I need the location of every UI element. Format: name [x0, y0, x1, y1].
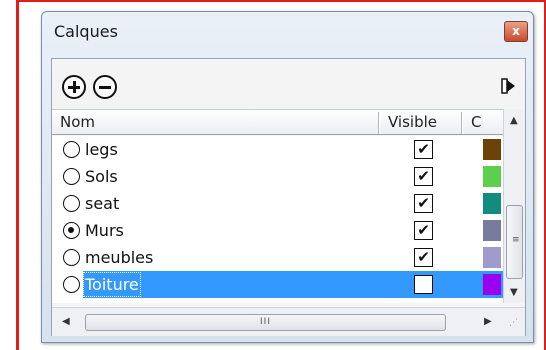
- layer-name[interactable]: seat: [85, 193, 119, 214]
- layer-name[interactable]: meubles: [85, 247, 153, 268]
- layer-color-swatch[interactable]: [483, 247, 501, 268]
- close-icon: x: [512, 24, 520, 38]
- visible-checkbox-checked[interactable]: ✔: [414, 167, 433, 186]
- column-header-name[interactable]: Nom: [52, 110, 377, 135]
- layer-name[interactable]: Murs: [85, 220, 124, 241]
- active-layer-radio[interactable]: [63, 249, 80, 266]
- visible-checkbox-checked[interactable]: ✔: [414, 221, 433, 240]
- scroll-left-icon[interactable]: ◀: [62, 316, 70, 327]
- horizontal-scroll-thumb[interactable]: III: [85, 314, 446, 331]
- add-layer-button[interactable]: [62, 75, 86, 99]
- remove-layer-button[interactable]: [93, 75, 117, 99]
- focus-rectangle: [83, 272, 141, 297]
- background-window-strip: [19, 2, 41, 350]
- column-header-color[interactable]: C: [463, 110, 503, 135]
- active-layer-radio[interactable]: [63, 168, 80, 185]
- layer-color-swatch[interactable]: [483, 274, 501, 295]
- visible-checkbox-checked[interactable]: ✔: [414, 248, 433, 267]
- layer-row[interactable]: meubles ✔: [52, 244, 503, 271]
- scroll-right-icon[interactable]: ▶: [484, 316, 492, 327]
- active-layer-radio[interactable]: [63, 141, 80, 158]
- radio-dot-icon: [68, 227, 74, 233]
- active-layer-radio[interactable]: [63, 276, 80, 293]
- grip-icon: ≡: [512, 235, 520, 245]
- layer-row[interactable]: legs ✔: [52, 136, 503, 163]
- scroll-down-icon[interactable]: ▼: [510, 287, 518, 298]
- layer-row[interactable]: seat ✔: [52, 190, 503, 217]
- close-button[interactable]: x: [504, 21, 528, 42]
- layers-list: legs ✔ Sols ✔ seat ✔ Murs ✔ meubles ✔ Toiture: [52, 136, 503, 303]
- horizontal-scrollbar[interactable]: ◀ III ▶: [52, 307, 525, 336]
- layers-dialog: Calques x Nom Visible C legs ✔ Sols ✔ seat ✔ M…: [41, 11, 534, 343]
- scroll-up-icon[interactable]: ▲: [510, 115, 518, 126]
- visible-checkbox-checked[interactable]: ✔: [414, 140, 433, 159]
- layer-name[interactable]: legs: [85, 139, 118, 160]
- layer-color-swatch[interactable]: [483, 193, 501, 214]
- visible-checkbox[interactable]: [414, 275, 433, 294]
- minus-circle-icon: [99, 86, 111, 89]
- arrow-right-icon: [501, 78, 515, 94]
- active-layer-radio[interactable]: [63, 222, 80, 239]
- details-button[interactable]: [501, 77, 517, 95]
- layers-table-header: Nom Visible C: [52, 109, 503, 135]
- active-layer-radio[interactable]: [63, 195, 80, 212]
- selection-highlight: [83, 271, 503, 298]
- visible-checkbox-checked[interactable]: ✔: [414, 194, 433, 213]
- vertical-scroll-thumb[interactable]: ≡: [506, 205, 523, 279]
- layer-row[interactable]: Toiture: [52, 271, 503, 298]
- layer-color-swatch[interactable]: [483, 139, 501, 160]
- layer-row[interactable]: Murs ✔: [52, 217, 503, 244]
- layers-panel: Nom Visible C legs ✔ Sols ✔ seat ✔ Murs ✔ meuble…: [51, 58, 526, 336]
- layer-row[interactable]: Sols ✔: [52, 163, 503, 190]
- column-header-visible[interactable]: Visible: [380, 110, 460, 135]
- layer-name[interactable]: Sols: [85, 166, 118, 187]
- layer-color-swatch[interactable]: [483, 220, 501, 241]
- resize-grip-icon[interactable]: ⋰: [509, 319, 521, 333]
- grip-label: III: [260, 317, 271, 327]
- layer-color-swatch[interactable]: [483, 166, 501, 187]
- vertical-scrollbar[interactable]: ▲ ≡ ▼: [503, 109, 525, 303]
- plus-vertical-stroke: [73, 81, 76, 93]
- dialog-title: Calques: [54, 22, 118, 41]
